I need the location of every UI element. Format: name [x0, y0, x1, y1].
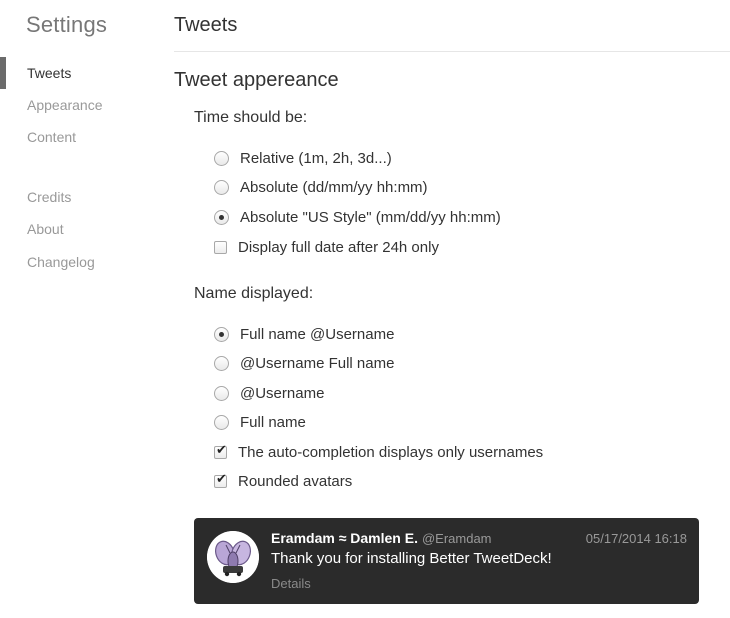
- radio-button[interactable]: [214, 150, 229, 166]
- time-option-relative[interactable]: Relative (1m, 2h, 3d...): [214, 148, 392, 168]
- option-label: Full name @Username: [240, 325, 395, 343]
- name-option-fullname[interactable]: Full name: [214, 412, 306, 432]
- radio-button[interactable]: [214, 414, 229, 430]
- radio-button[interactable]: [214, 385, 229, 401]
- settings-main: Tweets Tweet appereance Time should be: …: [150, 0, 730, 618]
- avatar: [207, 531, 259, 583]
- checkbox[interactable]: [214, 240, 227, 254]
- sidebar-item-tweets[interactable]: Tweets: [27, 65, 71, 81]
- name-option-username-fullname[interactable]: @Username Full name: [214, 353, 394, 373]
- radio-button[interactable]: [214, 355, 229, 371]
- name-option-username[interactable]: @Username: [214, 383, 324, 403]
- check-icon: ✔: [216, 441, 227, 457]
- option-label: Display full date after 24h only: [238, 238, 439, 256]
- name-group-label: Name displayed:: [194, 285, 314, 302]
- sidebar-item-changelog[interactable]: Changelog: [27, 254, 95, 270]
- name-option-fullname-username[interactable]: Full name @Username: [214, 324, 394, 344]
- tweet-handle: @Eramdam: [421, 531, 492, 546]
- radio-button-selected[interactable]: [214, 209, 229, 225]
- tweet-details-link[interactable]: Details: [271, 576, 311, 591]
- checkbox-checked[interactable]: ✔: [214, 441, 227, 459]
- sidebar: Settings Tweets Appearance Content Credi…: [0, 0, 150, 618]
- tweet-text: Thank you for installing Better TweetDec…: [271, 550, 552, 567]
- tweet-author-name: Eramdam ≈ Damlen E.: [271, 530, 418, 546]
- sidebar-item-appearance[interactable]: Appearance: [27, 97, 103, 113]
- title-divider: [174, 51, 730, 52]
- rounded-avatars-option[interactable]: ✔ Rounded avatars: [214, 471, 352, 491]
- tweet-timestamp: 05/17/2014 16:18: [585, 531, 687, 546]
- option-label: Absolute (dd/mm/yy hh:mm): [240, 178, 428, 196]
- time-option-us-style[interactable]: Absolute "US Style" (mm/dd/yy hh:mm): [214, 207, 501, 227]
- option-label: Rounded avatars: [238, 472, 353, 490]
- tweet-author: Eramdam ≈ Damlen E. @Eramdam: [271, 530, 492, 546]
- option-label: The auto-completion displays only userna…: [238, 443, 544, 461]
- full-date-option[interactable]: Display full date after 24h only: [214, 237, 439, 257]
- time-group-label: Time should be:: [194, 109, 308, 126]
- checkbox-checked[interactable]: ✔: [214, 470, 227, 488]
- sidebar-item-content[interactable]: Content: [27, 129, 76, 145]
- radio-button-selected[interactable]: [214, 326, 229, 342]
- autocomplete-usernames-option[interactable]: ✔ The auto-completion displays only user…: [214, 442, 543, 462]
- option-label: @Username: [240, 384, 325, 402]
- sidebar-item-about[interactable]: About: [27, 221, 64, 237]
- radio-button[interactable]: [214, 179, 229, 195]
- option-label: Full name: [240, 413, 306, 431]
- sidebar-title: Settings: [26, 12, 108, 37]
- active-nav-indicator: [0, 57, 6, 89]
- time-option-absolute[interactable]: Absolute (dd/mm/yy hh:mm): [214, 177, 428, 197]
- sidebar-item-credits[interactable]: Credits: [27, 189, 71, 205]
- option-label: Relative (1m, 2h, 3d...): [240, 149, 392, 167]
- check-icon: ✔: [216, 470, 227, 486]
- page-title: Tweets: [174, 14, 238, 36]
- option-label: Absolute "US Style" (mm/dd/yy hh:mm): [240, 208, 501, 226]
- tweet-preview: Eramdam ≈ Damlen E. @Eramdam 05/17/2014 1…: [194, 518, 699, 604]
- moth-avatar-icon: [207, 531, 259, 583]
- option-label: @Username Full name: [240, 354, 395, 372]
- section-title: Tweet appereance: [174, 69, 339, 91]
